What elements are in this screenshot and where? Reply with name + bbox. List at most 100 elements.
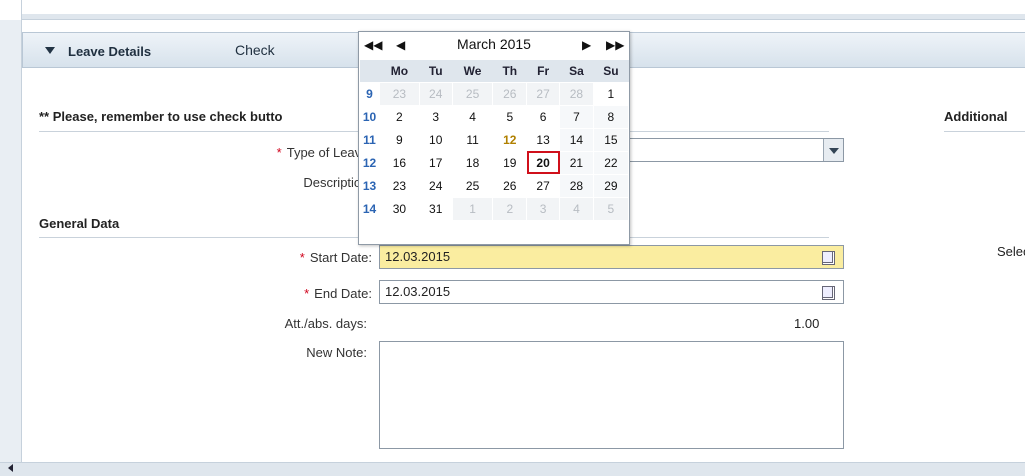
calendar-day-cell[interactable]: 10 — [418, 127, 453, 152]
required-icon: * — [299, 250, 305, 265]
horizontal-scrollbar[interactable] — [0, 462, 1025, 476]
calendar-day-selected[interactable]: 20 — [526, 150, 561, 175]
calendar-day-cell[interactable]: 24 — [418, 173, 453, 198]
calendar-day-cell[interactable]: 24 — [418, 81, 453, 106]
att-abs-days-value: 1.00 — [794, 316, 820, 331]
calendar-day-cell[interactable]: 16 — [379, 150, 420, 175]
dropdown-arrow-icon[interactable] — [823, 139, 843, 161]
calendar-day-cell[interactable]: 7 — [559, 104, 594, 129]
end-date-field[interactable]: 12.03.2015 — [379, 280, 844, 304]
calendar-day-cell[interactable]: 6 — [526, 104, 561, 129]
required-icon: * — [304, 286, 310, 301]
calendar-day-cell[interactable]: 19 — [492, 150, 528, 175]
week-number: 14 — [359, 196, 380, 221]
calendar-month-title: March 2015 — [457, 36, 531, 52]
calendar-day-cell[interactable]: 1 — [592, 81, 630, 106]
calendar-week-row: 13 23 24 25 26 27 28 29 — [359, 173, 630, 198]
calendar-day-cell[interactable]: 22 — [592, 150, 630, 175]
calendar-day-cell[interactable]: 2 — [492, 196, 528, 221]
calendar-day-cell[interactable]: 15 — [592, 127, 630, 152]
calendar-day-cell[interactable]: 27 — [526, 81, 561, 106]
calendar-day-cell[interactable]: 28 — [559, 81, 594, 106]
collapse-triangle-icon[interactable] — [45, 47, 55, 54]
new-note-label: New Note: — [306, 345, 367, 360]
calendar-day-cell[interactable]: 13 — [526, 127, 561, 152]
calendar-day-cell[interactable]: 30 — [379, 196, 420, 221]
calendar-day-cell[interactable]: 18 — [451, 150, 494, 175]
calendar-week-row: 11 9 10 11 12 13 14 15 — [359, 127, 630, 152]
calendar-day-cell[interactable]: 1 — [451, 196, 494, 221]
required-icon: * — [276, 145, 282, 160]
week-number-header — [359, 60, 380, 82]
calendar-day-cell[interactable]: 3 — [418, 104, 453, 129]
calendar-day-cell[interactable]: 9 — [379, 127, 420, 152]
calendar-day-today[interactable]: 12 — [492, 127, 528, 152]
week-number: 11 — [359, 127, 380, 152]
calendar-header: ◀◀ ◀ March 2015 ▶ ▶▶ — [359, 32, 629, 57]
section-divider — [944, 131, 1025, 132]
week-number: 10 — [359, 104, 380, 129]
weekday-header-row: Mo Tu We Th Fr Sa Su — [359, 60, 629, 82]
calendar-day-cell[interactable]: 5 — [592, 196, 630, 221]
weekday-header: Th — [492, 60, 527, 82]
select-label: Select — [997, 244, 1025, 259]
calendar-day-cell[interactable]: 27 — [526, 173, 561, 198]
week-number: 12 — [359, 150, 380, 175]
end-date-value: 12.03.2015 — [385, 284, 451, 299]
calendar-grid: Mo Tu We Th Fr Sa Su 9 23 24 25 26 27 28… — [359, 60, 630, 221]
calendar-week-row: 14 30 31 1 2 3 4 5 — [359, 196, 630, 221]
top-divider — [22, 14, 1025, 20]
calendar-day-cell[interactable]: 28 — [559, 173, 594, 198]
end-date-text: End Date: — [314, 286, 372, 301]
calendar-day-cell[interactable]: 2 — [379, 104, 420, 129]
calendar-week-row: 12 16 17 18 19 20 21 22 — [359, 150, 630, 175]
calendar-day-cell[interactable]: 31 — [418, 196, 453, 221]
start-date-text: Start Date: — [309, 250, 372, 265]
type-of-leave-label: * Type of Leave: — [227, 145, 372, 160]
description-label: Description: — [303, 175, 372, 190]
calendar-day-cell[interactable]: 5 — [492, 104, 528, 129]
calendar-day-cell[interactable]: 8 — [592, 104, 630, 129]
check-button[interactable]: Check — [235, 42, 275, 58]
end-date-label: * End Date: — [227, 286, 372, 301]
next-year-icon[interactable]: ▶▶ — [606, 38, 624, 52]
week-number: 9 — [359, 81, 380, 106]
weekday-header: Sa — [559, 60, 594, 82]
start-date-value: 12.03.2015 — [385, 249, 451, 264]
calendar-day-cell[interactable]: 23 — [379, 81, 420, 106]
calendar-icon[interactable] — [822, 251, 835, 265]
calendar-week-row: 9 23 24 25 26 27 28 1 — [359, 81, 630, 106]
calendar-day-cell[interactable]: 4 — [451, 104, 494, 129]
weekday-header: Fr — [526, 60, 560, 82]
new-note-textarea[interactable] — [379, 341, 844, 449]
start-date-field[interactable]: 12.03.2015 — [379, 245, 844, 269]
calendar-day-cell[interactable]: 17 — [418, 150, 453, 175]
weekday-header: Su — [593, 60, 629, 82]
calendar-day-cell[interactable]: 3 — [526, 196, 561, 221]
calendar-day-cell[interactable]: 14 — [559, 127, 594, 152]
prev-month-icon[interactable]: ◀ — [396, 38, 405, 52]
weekday-header: Tu — [419, 60, 453, 82]
calendar-day-cell[interactable]: 4 — [559, 196, 594, 221]
additional-heading: Additional — [944, 109, 1008, 124]
date-picker-popup: ◀◀ ◀ March 2015 ▶ ▶▶ Mo Tu We Th Fr Sa S… — [358, 31, 630, 245]
calendar-day-cell[interactable]: 29 — [592, 173, 630, 198]
section-title: Leave Details — [68, 44, 152, 59]
start-date-label: * Start Date: — [227, 250, 372, 265]
calendar-day-cell[interactable]: 26 — [492, 81, 528, 106]
calendar-day-cell[interactable]: 25 — [451, 173, 494, 198]
weekday-header: Mo — [379, 60, 420, 82]
scroll-left-icon[interactable] — [8, 464, 13, 472]
calendar-day-cell[interactable]: 25 — [451, 81, 494, 106]
calendar-week-row: 10 2 3 4 5 6 7 8 — [359, 104, 630, 129]
calendar-day-cell[interactable]: 26 — [492, 173, 528, 198]
calendar-icon[interactable] — [822, 286, 835, 300]
calendar-day-cell[interactable]: 21 — [559, 150, 594, 175]
next-month-icon[interactable]: ▶ — [582, 38, 591, 52]
calendar-day-cell[interactable]: 11 — [451, 127, 494, 152]
calendar-day-cell[interactable]: 23 — [379, 173, 420, 198]
general-data-heading: General Data — [39, 216, 120, 231]
check-reminder-note: ** Please, remember to use check butto — [39, 109, 283, 124]
att-abs-days-label: Att./abs. days: — [284, 316, 367, 331]
prev-year-icon[interactable]: ◀◀ — [364, 38, 382, 52]
